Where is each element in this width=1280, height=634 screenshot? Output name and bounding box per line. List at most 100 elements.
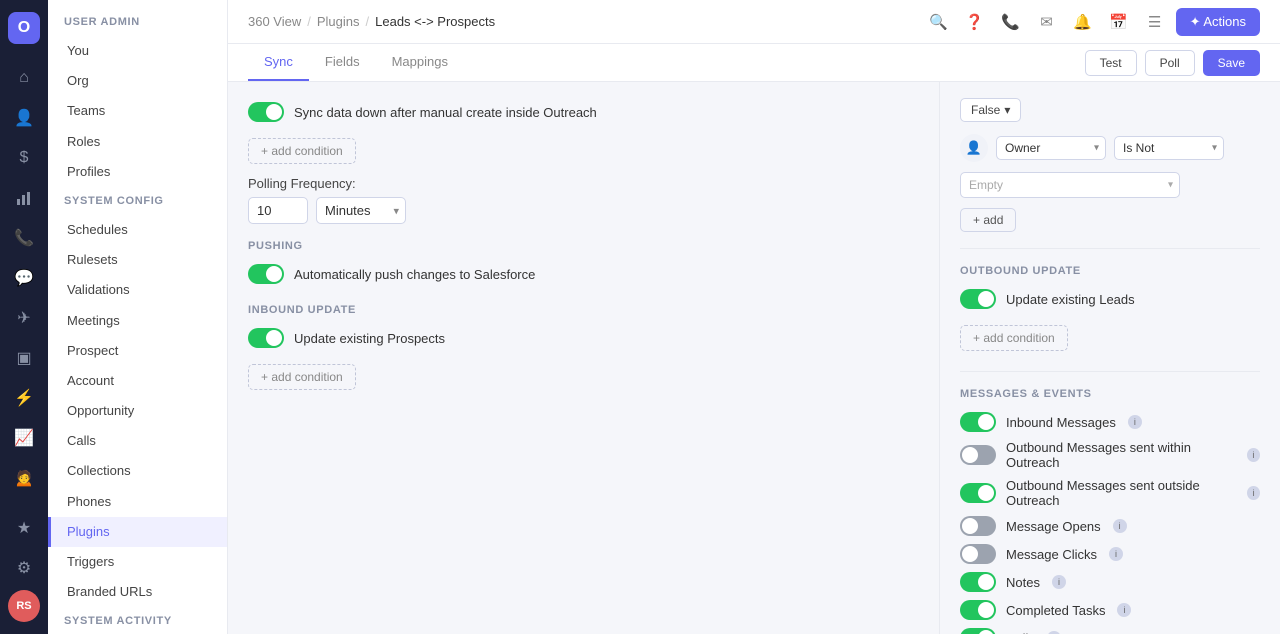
tab-fields[interactable]: Fields — [309, 44, 376, 81]
lightning-icon[interactable]: ⚡ — [6, 380, 42, 416]
add-condition-outbound-button[interactable]: + add condition — [960, 325, 1068, 351]
message-clicks-toggle[interactable] — [960, 544, 996, 564]
breadcrumb-part2[interactable]: Plugins — [317, 14, 360, 29]
test-button[interactable]: Test — [1085, 50, 1137, 76]
help-icon[interactable]: ❓ — [960, 7, 990, 37]
add-row: + add — [960, 208, 1260, 232]
sidebar-item-prospect[interactable]: Prospect — [48, 336, 227, 366]
add-button[interactable]: + add — [960, 208, 1016, 232]
sidebar-item-validations[interactable]: Validations — [48, 275, 227, 305]
outbound-messages-outside-info[interactable]: i — [1247, 486, 1260, 500]
false-dropdown[interactable]: False ▾ — [960, 98, 1021, 122]
graph-icon[interactable]: 📈 — [6, 420, 42, 456]
polling-value-input[interactable] — [248, 197, 308, 224]
message-icon[interactable]: 💬 — [6, 260, 42, 296]
sidebar-item-rulesets[interactable]: Rulesets — [48, 245, 227, 275]
auto-push-label: Automatically push changes to Salesforce — [294, 267, 535, 282]
icon-sidebar: O ⌂ 👤 $ 📞 💬 ✈ ▣ ⚡ 📈 🙍 ★ ⚙ RS — [0, 0, 48, 634]
filter-value-row: Empty — [960, 172, 1260, 198]
settings-icon[interactable]: ⚙ — [6, 550, 42, 586]
breadcrumb-part1[interactable]: 360 View — [248, 14, 301, 29]
notes-toggle[interactable] — [960, 572, 996, 592]
left-panel: Sync data down after manual create insid… — [228, 82, 940, 634]
update-leads-label: Update existing Leads — [1006, 292, 1135, 307]
add-condition-1-button[interactable]: + add condition — [248, 138, 356, 164]
filter-value-select[interactable]: Empty — [960, 172, 1180, 198]
home-icon[interactable]: ⌂ — [6, 60, 42, 96]
outbound-messages-within-info[interactable]: i — [1247, 448, 1260, 462]
sidebar-item-plugins[interactable]: Plugins — [48, 517, 227, 547]
tab-sync[interactable]: Sync — [248, 44, 309, 81]
sidebar-item-teams[interactable]: Teams — [48, 96, 227, 126]
notes-label: Notes — [1006, 575, 1040, 590]
sidebar-item-you[interactable]: You — [48, 36, 227, 66]
update-leads-toggle[interactable] — [960, 289, 996, 309]
sync-data-toggle[interactable] — [248, 102, 284, 122]
sidebar-item-phones[interactable]: Phones — [48, 487, 227, 517]
message-opens-info[interactable]: i — [1113, 519, 1127, 533]
auto-push-toggle[interactable] — [248, 264, 284, 284]
calls-messages-toggle[interactable] — [960, 628, 996, 634]
outbound-messages-within-toggle[interactable] — [960, 445, 996, 465]
sidebar-item-profiles[interactable]: Profiles — [48, 157, 227, 187]
mail-icon[interactable]: ✉ — [1032, 7, 1062, 37]
system-config-label: SYSTEM CONFIG — [48, 195, 227, 215]
sidebar-item-org[interactable]: Org — [48, 66, 227, 96]
messages-events-label: MESSAGES & EVENTS — [960, 388, 1260, 400]
outbound-update-label: OUTBOUND UPDATE — [960, 265, 1260, 277]
save-button[interactable]: Save — [1203, 50, 1260, 76]
filter-field-select[interactable]: Owner — [996, 136, 1106, 160]
completed-tasks-toggle[interactable] — [960, 600, 996, 620]
tab-mappings[interactable]: Mappings — [376, 44, 464, 81]
sidebar-item-account[interactable]: Account — [48, 366, 227, 396]
completed-tasks-label: Completed Tasks — [1006, 603, 1105, 618]
avatar[interactable]: RS — [8, 590, 40, 622]
notes-info[interactable]: i — [1052, 575, 1066, 589]
person-icon[interactable]: 🙍 — [6, 460, 42, 496]
menu-icon[interactable]: ☰ — [1140, 7, 1170, 37]
polling-label: Polling Frequency: — [248, 176, 919, 191]
send-icon[interactable]: ✈ — [6, 300, 42, 336]
inbound-messages-toggle[interactable] — [960, 412, 996, 432]
box-icon[interactable]: ▣ — [6, 340, 42, 376]
notification-icon[interactable]: 🔔 — [1068, 7, 1098, 37]
inbound-messages-info[interactable]: i — [1128, 415, 1142, 429]
polling-unit-select[interactable]: Minutes Hours Seconds — [316, 197, 406, 224]
top-header: 360 View / Plugins / Leads <-> Prospects… — [228, 0, 1280, 44]
sidebar-item-opportunity[interactable]: Opportunity — [48, 396, 227, 426]
sidebar-item-calls[interactable]: Calls — [48, 426, 227, 456]
update-prospects-toggle[interactable] — [248, 328, 284, 348]
search-icon[interactable]: 🔍 — [924, 7, 954, 37]
phone-header-icon[interactable]: 📞 — [996, 7, 1026, 37]
completed-tasks-info[interactable]: i — [1117, 603, 1131, 617]
message-clicks-label: Message Clicks — [1006, 547, 1097, 562]
calls-messages-row: Calls i — [960, 628, 1260, 634]
sidebar-item-schedules[interactable]: Schedules — [48, 215, 227, 245]
dollar-icon[interactable]: $ — [6, 140, 42, 176]
divider-2 — [960, 371, 1260, 372]
breadcrumb: 360 View / Plugins / Leads <-> Prospects — [248, 14, 495, 29]
sidebar-item-branded-urls[interactable]: Branded URLs — [48, 577, 227, 607]
sidebar-item-triggers[interactable]: Triggers — [48, 547, 227, 577]
user-admin-label: USER ADMIN — [48, 16, 227, 36]
star-icon[interactable]: ★ — [6, 510, 42, 546]
chart-icon[interactable] — [6, 180, 42, 216]
tabs-bar: Sync Fields Mappings Test Poll Save — [228, 44, 1280, 82]
poll-button[interactable]: Poll — [1145, 50, 1195, 76]
tab-actions: Test Poll Save — [1085, 50, 1260, 76]
actions-button[interactable]: ✦ Actions — [1176, 8, 1260, 36]
breadcrumb-part3: Leads <-> Prospects — [375, 14, 495, 29]
filter-operator-select[interactable]: Is Not Is Contains — [1114, 136, 1224, 160]
outbound-section: OUTBOUND UPDATE Update existing Leads + … — [960, 265, 1260, 351]
add-condition-2-button[interactable]: + add condition — [248, 364, 356, 390]
sidebar-item-meetings[interactable]: Meetings — [48, 306, 227, 336]
sidebar-item-collections[interactable]: Collections — [48, 456, 227, 486]
people-icon[interactable]: 👤 — [6, 100, 42, 136]
message-clicks-info[interactable]: i — [1109, 547, 1123, 561]
calendar-icon[interactable]: 📅 — [1104, 7, 1134, 37]
outbound-messages-outside-toggle[interactable] — [960, 483, 996, 503]
phone-icon[interactable]: 📞 — [6, 220, 42, 256]
sidebar-item-roles[interactable]: Roles — [48, 127, 227, 157]
breadcrumb-sep2: / — [366, 14, 370, 29]
message-opens-toggle[interactable] — [960, 516, 996, 536]
